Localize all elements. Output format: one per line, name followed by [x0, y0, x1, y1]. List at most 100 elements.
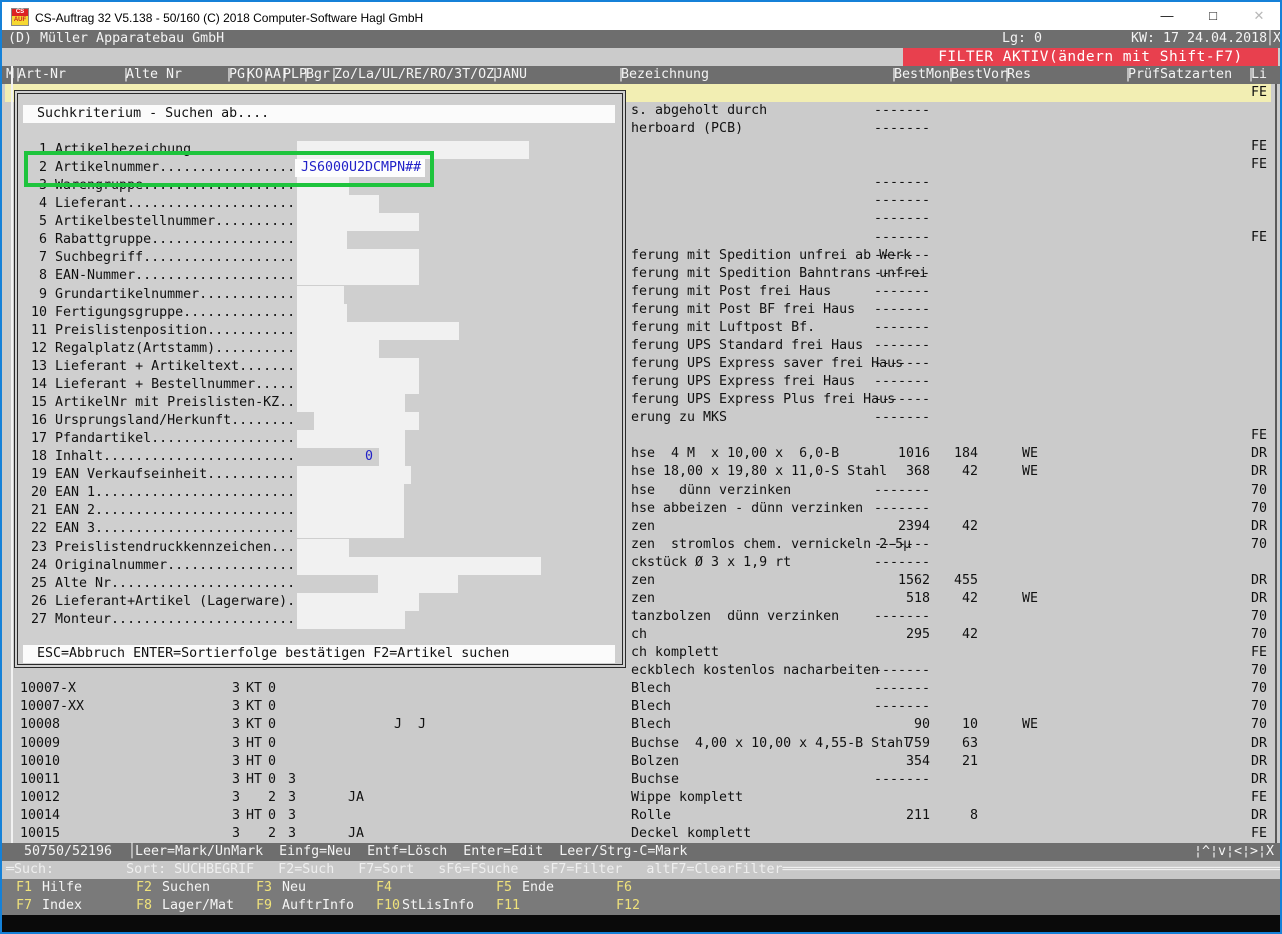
fkey-f5[interactable]: F5: [496, 879, 512, 897]
table-row[interactable]: 100143HT03Rolle2118DR: [0, 807, 1278, 825]
dialog-field-input[interactable]: [297, 466, 411, 484]
cell-bezeichnung: herboard (PCB): [631, 120, 743, 138]
list-frame-right-line[interactable]: [1275, 84, 1277, 843]
cell-li: 70: [1251, 716, 1267, 734]
dialog-field-input[interactable]: [297, 593, 419, 611]
cell-li: 70: [1251, 482, 1267, 500]
minimize-button[interactable]: —: [1144, 2, 1190, 30]
cell-aa: 0: [268, 680, 276, 698]
fkey-f7[interactable]: F7: [16, 897, 32, 915]
dialog-field-input[interactable]: [297, 484, 404, 502]
dialog-field-input[interactable]: [297, 249, 419, 267]
fkey-f11[interactable]: F11: [496, 897, 520, 915]
dialog-field-input[interactable]: [297, 376, 419, 394]
table-row[interactable]: 10012323JAWippe komplettFE: [0, 789, 1278, 807]
dialog-field-input[interactable]: [297, 611, 405, 629]
cell-bestmon: -------: [866, 265, 930, 283]
nav-arrows[interactable]: ¦^¦v¦<¦>¦X: [1194, 843, 1274, 861]
title-bar[interactable]: CS AUF CS-Auftrag 32 V5.138 - 50/160 (C)…: [2, 2, 1280, 30]
dialog-field-input[interactable]: [297, 557, 541, 575]
dialog-field-input[interactable]: [297, 286, 344, 304]
cell-bestmon: -------: [866, 409, 930, 427]
cell-janu: JA: [348, 825, 364, 843]
dialog-field-input[interactable]: [297, 358, 419, 376]
record-counter: 50750/52196: [16, 843, 112, 861]
close-button[interactable]: ✕: [1236, 2, 1282, 30]
dialog-field-input[interactable]: [297, 430, 405, 448]
dialog-field-input[interactable]: [297, 539, 349, 557]
fkey-label-f7[interactable]: Index: [42, 897, 82, 915]
fkey-f10[interactable]: F10: [376, 897, 400, 915]
cell-bezeichnung: ferung UPS Express Plus frei Haus: [631, 391, 895, 409]
dialog-field-input[interactable]: [297, 213, 419, 231]
column-header-cell: KO: [247, 66, 263, 84]
cell-bestmon: -------: [866, 680, 930, 698]
maximize-button[interactable]: □: [1190, 2, 1236, 30]
cell-bezeichnung: ferung mit Post frei Haus: [631, 283, 831, 301]
dialog-field-input[interactable]: [297, 304, 347, 322]
fkey-f2[interactable]: F2: [136, 879, 152, 897]
cell-res: WE: [1022, 463, 1038, 481]
dialog-field-input[interactable]: [297, 340, 379, 358]
fkey-label-f10[interactable]: StLisInfo: [402, 897, 474, 915]
cell-li: FE: [1251, 427, 1267, 445]
cell-bestmon: -------: [866, 500, 930, 518]
column-header-cell: Bgr: [306, 66, 330, 84]
dialog-field-input[interactable]: [297, 267, 419, 285]
fkey-f6[interactable]: F6: [616, 879, 632, 897]
dialog-field-input[interactable]: [378, 575, 458, 593]
table-row[interactable]: 100083KT0JJBlech9010WE70: [0, 716, 1278, 734]
dialog-field-input[interactable]: [297, 520, 404, 538]
cell-aa: 0: [268, 753, 276, 771]
dialog-field-input[interactable]: [297, 322, 459, 340]
cell-bezeichnung: zen: [631, 590, 655, 608]
cell-li: 70: [1251, 680, 1267, 698]
dialog-field-input[interactable]: [297, 231, 347, 249]
fkey-label-f2[interactable]: Suchen: [162, 879, 210, 897]
cell-li: 70: [1251, 608, 1267, 626]
fkey-f1[interactable]: F1: [16, 879, 32, 897]
dialog-footer-text: ESC=Abbruch ENTER=Sortierfolge bestätige…: [37, 646, 509, 661]
cell-janu: JA: [348, 789, 364, 807]
dialog-field-input[interactable]: [379, 448, 405, 466]
such-sort-text: ═Such: Sort: SUCHBEGRIF F2=Such F7=Sort …: [6, 861, 1282, 879]
dialog-field-input[interactable]: [297, 394, 405, 412]
dialog-field-input[interactable]: [297, 502, 404, 520]
table-row[interactable]: 100113HT03Buchse-------DR: [0, 771, 1278, 789]
cell-bestmon: -------: [866, 771, 930, 789]
table-row[interactable]: 10007-X3KT0Blech-------70: [0, 680, 1278, 698]
fkey-label-f8[interactable]: Lager/Mat: [162, 897, 234, 915]
fkey-f9[interactable]: F9: [256, 897, 272, 915]
table-row[interactable]: 10015323JADeckel komplettFE: [0, 825, 1278, 843]
fkey-f4[interactable]: F4: [376, 879, 392, 897]
dialog-field-label: 17 Pfandartikel..................: [31, 430, 295, 448]
table-row[interactable]: 100103HT0Bolzen35421DR: [0, 753, 1278, 771]
cell-li: 70: [1251, 662, 1267, 680]
cell-bestmon: -------: [866, 247, 930, 265]
fkey-f8[interactable]: F8: [136, 897, 152, 915]
cell-li: FE: [1251, 644, 1267, 662]
kalenderwoche-date: KW: 17 24.04.2018: [1131, 30, 1267, 48]
cell-aa: 0: [268, 698, 276, 716]
fkey-label-f1[interactable]: Hilfe: [42, 879, 82, 897]
fkey-label-f3[interactable]: Neu: [282, 879, 306, 897]
dialog-field-label: 15 ArtikelNr mit Preislisten-KZ..: [31, 394, 295, 412]
fkey-label-f9[interactable]: AuftrInfo: [282, 897, 354, 915]
fkey-label-f5[interactable]: Ende: [522, 879, 554, 897]
dialog-field-input[interactable]: [314, 412, 419, 430]
cell-artnr: 10009: [20, 735, 60, 753]
cell-li: 70: [1251, 626, 1267, 644]
fkey-f12[interactable]: F12: [616, 897, 640, 915]
cell-bestmon: -------: [866, 536, 930, 554]
cell-bestvor: 10: [914, 716, 978, 734]
table-row[interactable]: 10007-XX3KT0Blech-------70: [0, 698, 1278, 716]
fkey-f3[interactable]: F3: [256, 879, 272, 897]
dialog-field-input[interactable]: [297, 195, 379, 213]
dialog-field-label: 14 Lieferant + Bestellnummer.....: [31, 376, 295, 394]
window-border-top: [0, 0, 1282, 2]
cell-bezeichnung: hse abbeizen - dünn verzinken: [631, 500, 863, 518]
table-row[interactable]: 100093HT0Buchse 4,00 x 10,00 x 4,55-B St…: [0, 735, 1278, 753]
cell-flag-j1: J: [394, 716, 402, 734]
cell-pg: 3: [232, 680, 240, 698]
cell-artnr: 10010: [20, 753, 60, 771]
